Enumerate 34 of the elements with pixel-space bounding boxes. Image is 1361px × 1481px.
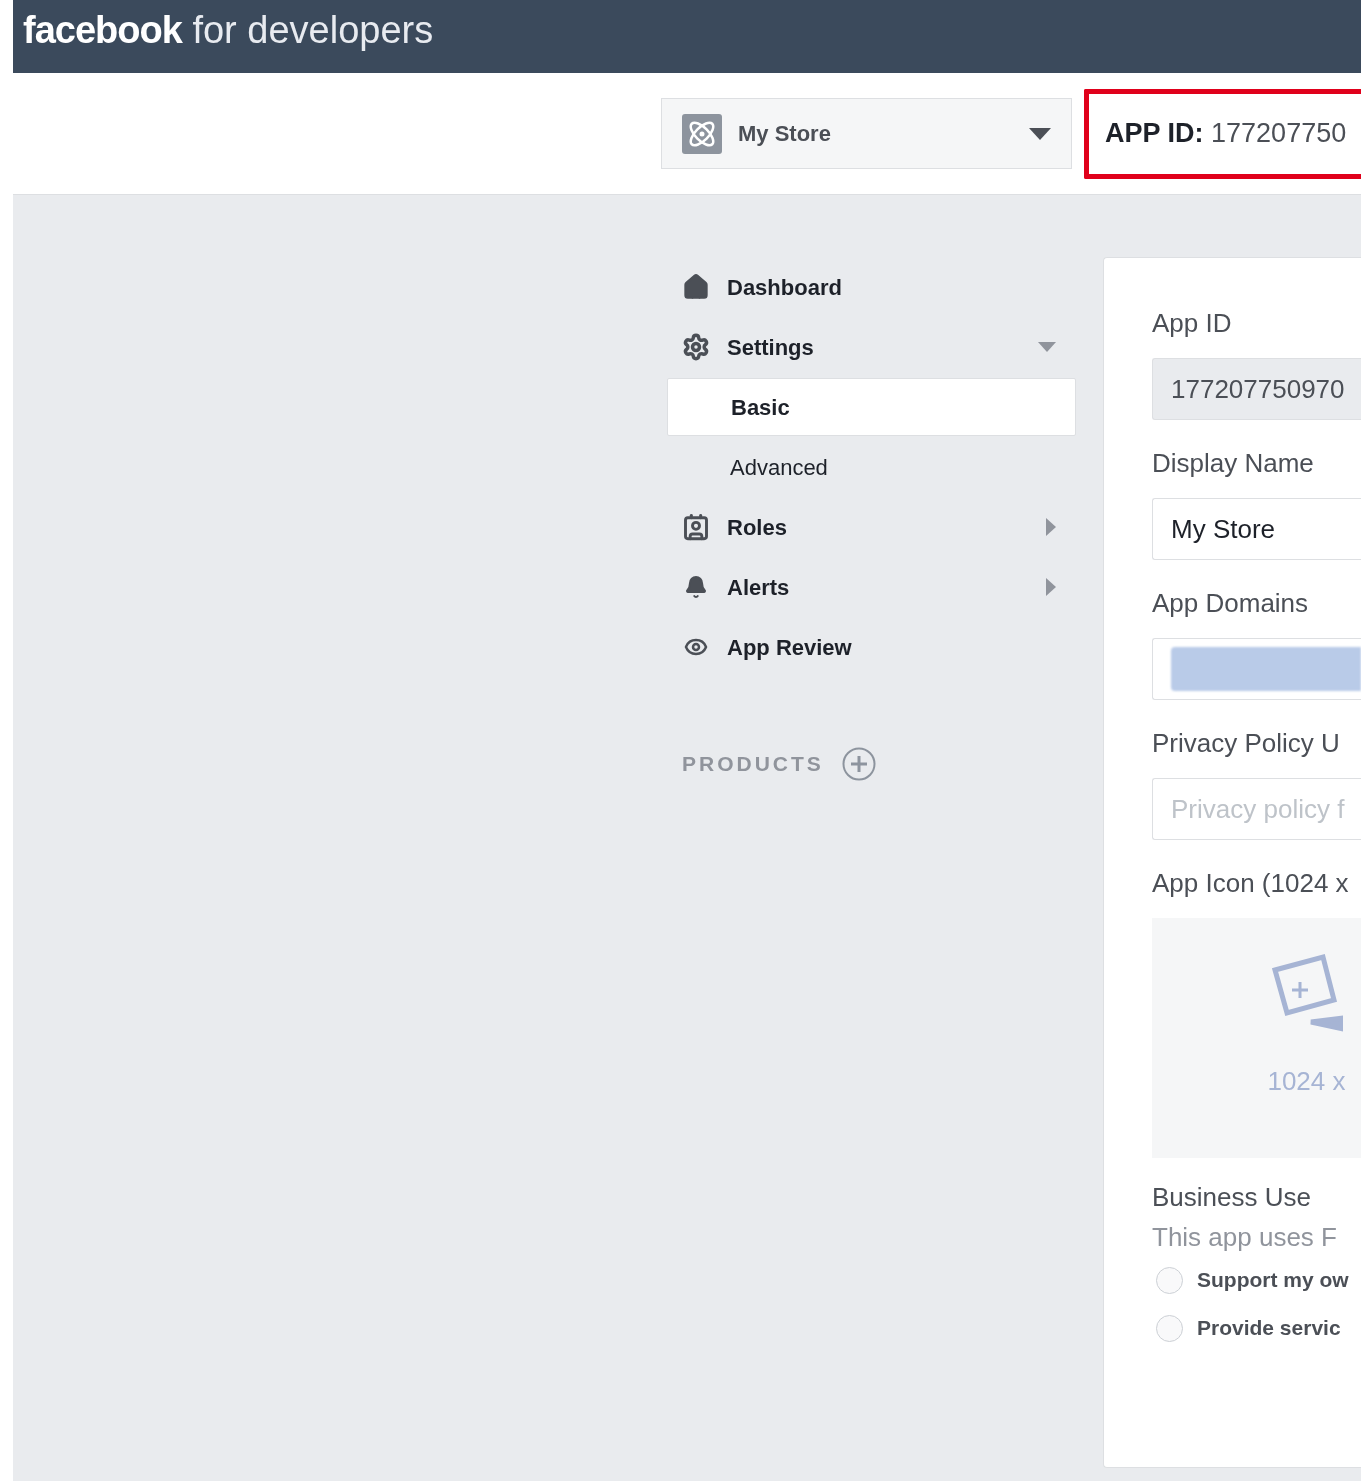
field-label: App ID [1152,308,1233,338]
radio-label: Support my ow [1197,1267,1349,1294]
home-icon [682,273,710,301]
radio-button[interactable] [1156,1266,1183,1294]
business-use-description: This app uses F [1152,1221,1338,1254]
text-field[interactable]: My Store [1152,498,1361,560]
radio-label: Provide servic [1197,1315,1341,1342]
text-field[interactable]: Privacy policy f [1152,778,1361,840]
app-id-banner: APP ID: 177207750 [1084,88,1361,179]
site-logo[interactable]: facebook for developers [23,10,434,49]
nav-subitem[interactable]: Basic [667,378,1076,436]
id-card-icon [682,513,710,541]
nav-item[interactable]: Dashboard [667,257,1076,317]
products-heading: PRODUCTS [682,751,824,778]
app-icon [682,113,722,154]
add-icon[interactable] [841,747,876,781]
caret-down-icon [1029,127,1051,140]
radio-button[interactable] [1156,1314,1183,1342]
settings-icon [682,333,710,361]
icon-size-hint: 1024 x [1267,1065,1346,1098]
field-label: Display Name [1152,448,1315,478]
bell-icon [684,575,708,599]
app-id-field[interactable]: 177207750970 [1152,358,1361,420]
nav-subitem[interactable]: Advanced [667,438,1076,496]
nav-item[interactable]: Roles [667,497,1076,557]
nav-item[interactable]: Settings [667,317,1076,377]
business-use-label: Business Use [1152,1181,1312,1214]
app-selector[interactable]: My Store [661,98,1072,169]
field-label: Privacy Policy U [1152,728,1341,758]
field-label: App Domains [1152,588,1310,618]
nav-item[interactable]: App Review [667,617,1076,677]
domains-field[interactable] [1152,638,1361,700]
nav-item[interactable]: Alerts [667,557,1076,617]
field-label: App Icon (1024 x [1152,868,1350,898]
